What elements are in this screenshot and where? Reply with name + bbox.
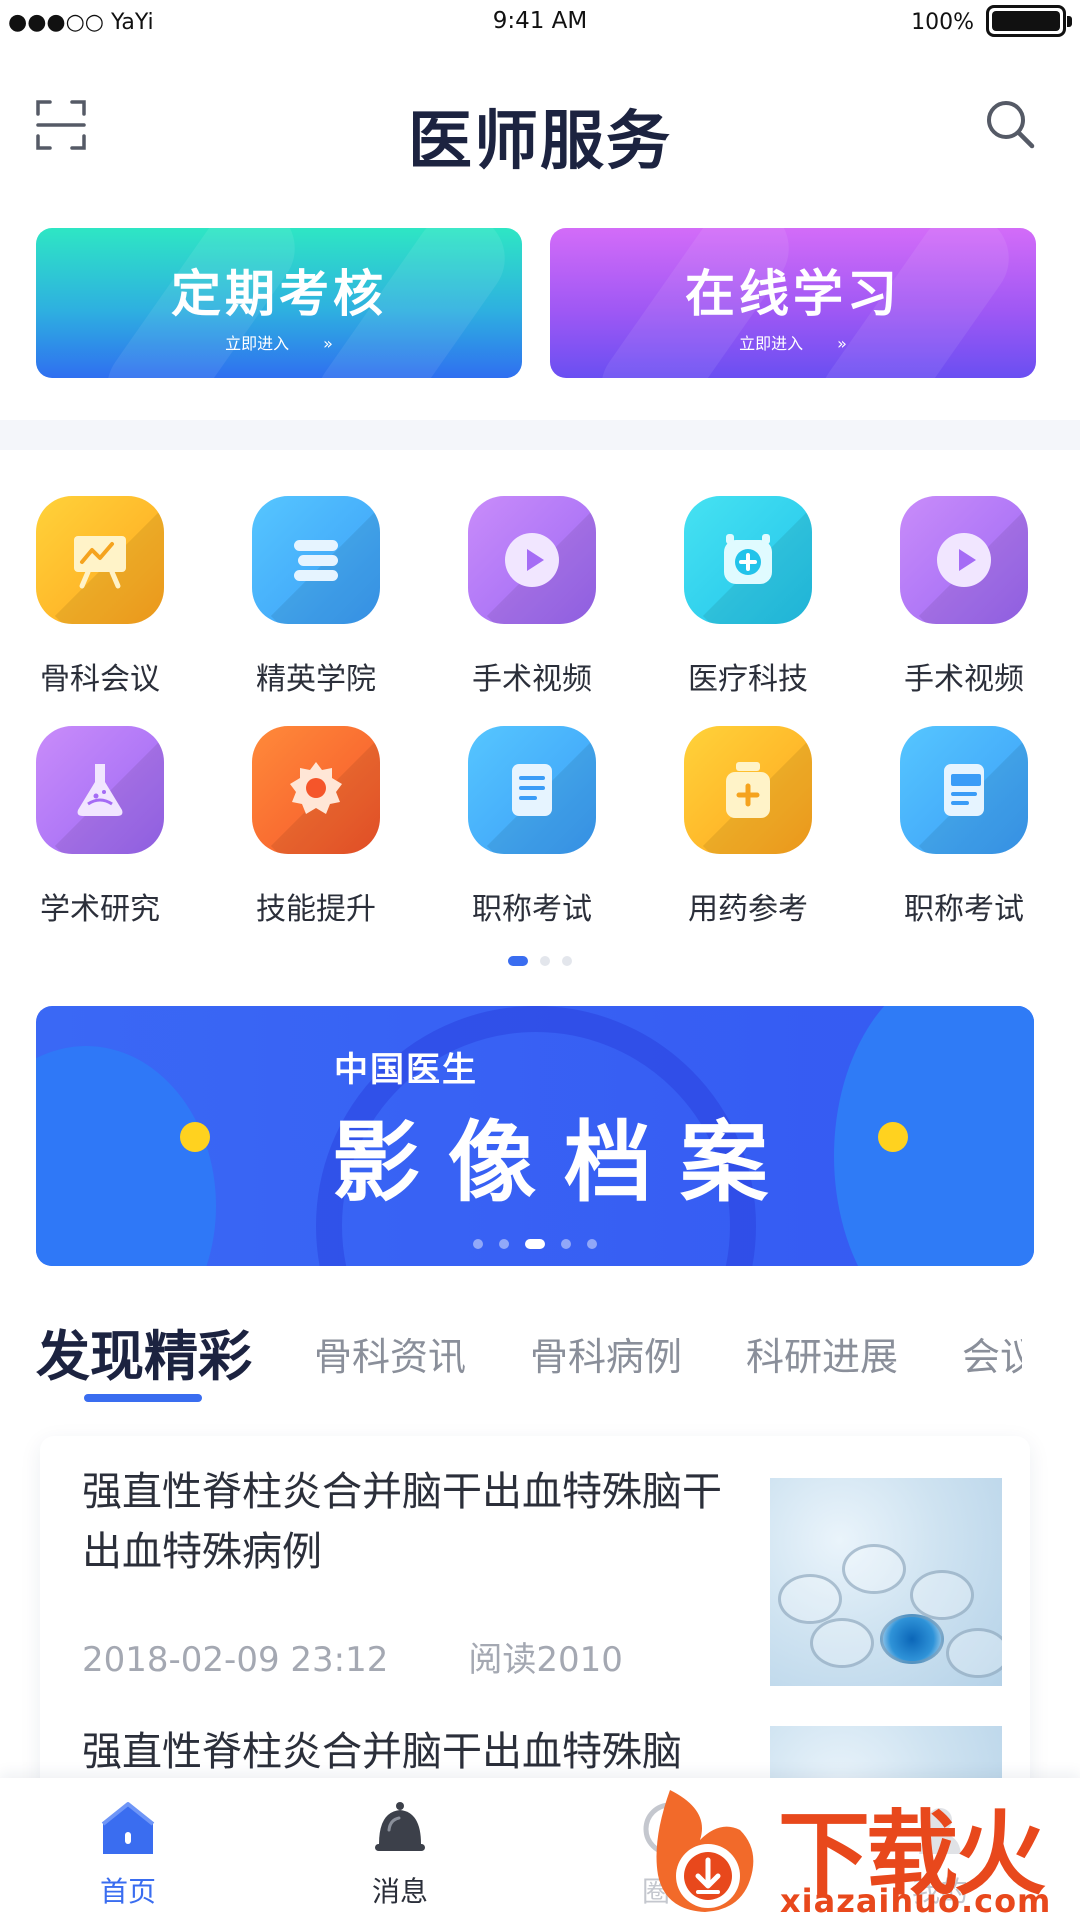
tab-orthopedic-cases[interactable]: 骨科病例 bbox=[530, 1326, 682, 1381]
grid-item-label: 手术视频 bbox=[904, 662, 1024, 697]
play-icon bbox=[468, 496, 596, 624]
promo-banner[interactable]: 中国医生 影像档案 bbox=[36, 1006, 1034, 1266]
periodic-assessment-card[interactable]: 定期考核 立即进入» bbox=[36, 228, 522, 378]
tabbar-label: 消息 bbox=[371, 1875, 428, 1908]
search-icon[interactable] bbox=[984, 98, 1036, 150]
tabbar-item-home[interactable]: 首页 bbox=[58, 1798, 198, 1910]
award-badge-icon bbox=[252, 726, 380, 854]
grid-item-label: 学术研究 bbox=[40, 892, 160, 927]
header: 医师服务 bbox=[0, 64, 1080, 184]
article-date: 2018-02-09 23:12 bbox=[82, 1640, 389, 1680]
article-reads: 阅读2010 bbox=[468, 1640, 623, 1680]
grid-item-academic-research[interactable]: 学术研究 bbox=[10, 726, 190, 928]
banner-decoration bbox=[834, 1006, 1034, 1266]
grid-item-label: 用药参考 bbox=[688, 892, 808, 927]
banner-title: 影像档案 bbox=[332, 1111, 797, 1214]
status-bar: ●●●○○ YaYi 9:41 AM 100% bbox=[0, 0, 1080, 44]
banner-dot-decoration bbox=[878, 1122, 908, 1152]
grid-item-orthopedic-meeting[interactable]: 骨科会议 bbox=[10, 496, 190, 698]
card-subtitle: 立即进入» bbox=[225, 334, 333, 353]
grid-item-label: 技能提升 bbox=[256, 892, 376, 927]
online-learning-card[interactable]: 在线学习 立即进入» bbox=[550, 228, 1036, 378]
card-title: 在线学习 bbox=[685, 265, 901, 323]
article-title: 强直性脊柱炎合并脑干出血特殊脑 bbox=[82, 1729, 682, 1775]
tab-research-progress[interactable]: 科研进展 bbox=[746, 1326, 898, 1381]
tabbar-item-messages[interactable]: 消息 bbox=[330, 1798, 470, 1910]
grid-item-label: 职称考试 bbox=[472, 892, 592, 927]
grid-item-skill-improvement[interactable]: 技能提升 bbox=[226, 726, 406, 928]
article-list: 强直性脊柱炎合并脑干出血特殊脑干出血特殊病例 2018-02-09 23:12 阅… bbox=[40, 1436, 1030, 1796]
banner-dot-active[interactable] bbox=[525, 1238, 545, 1249]
watermark-url: xiazaihuo.com bbox=[780, 1882, 1052, 1920]
grid-item-surgery-video-2[interactable]: 手术视频 bbox=[874, 496, 1054, 698]
discover-active-indicator bbox=[84, 1394, 202, 1402]
article-thumbnail bbox=[770, 1478, 1002, 1686]
article-meta: 2018-02-09 23:12 阅读2010 bbox=[82, 1632, 623, 1681]
grid-item-label: 骨科会议 bbox=[40, 662, 160, 697]
battery-percentage: 100% bbox=[911, 10, 974, 35]
grid-item-medical-tech[interactable]: 医疗科技 bbox=[658, 496, 838, 698]
grid-page-indicator bbox=[0, 950, 1080, 966]
banner-subtitle: 中国医生 bbox=[334, 1050, 478, 1090]
tab-orthopedic-news[interactable]: 骨科资讯 bbox=[314, 1326, 466, 1381]
grid-item-surgery-video[interactable]: 手术视频 bbox=[442, 496, 622, 698]
card-subtitle: 立即进入» bbox=[739, 334, 847, 353]
banner-page-indicator bbox=[36, 1233, 1034, 1252]
grid-item-elite-academy[interactable]: 精英学院 bbox=[226, 496, 406, 698]
flame-logo-icon bbox=[656, 1790, 754, 1912]
grid-item-title-exam[interactable]: 职称考试 bbox=[442, 726, 622, 928]
page-dot[interactable] bbox=[540, 955, 550, 966]
battery-icon bbox=[986, 5, 1072, 37]
grid-item-label: 精英学院 bbox=[256, 662, 376, 697]
discover-tabs: 骨科资讯 骨科病例 科研进展 会议 bbox=[0, 1326, 1022, 1386]
play-icon bbox=[900, 496, 1028, 624]
section-divider bbox=[0, 420, 1080, 450]
grid-item-label: 手术视频 bbox=[472, 662, 592, 697]
grid-item-drug-reference[interactable]: 用药参考 bbox=[658, 726, 838, 928]
document-icon bbox=[900, 726, 1028, 854]
banner-dot[interactable] bbox=[587, 1238, 597, 1249]
grid-item-label: 医疗科技 bbox=[688, 662, 808, 697]
double-chevron-right-icon: » bbox=[837, 334, 847, 353]
grid-item-title-exam-2[interactable]: 职称考试 bbox=[874, 726, 1054, 928]
medicine-bottle-icon bbox=[684, 726, 812, 854]
double-chevron-right-icon: » bbox=[323, 334, 333, 353]
tabbar-label: 首页 bbox=[99, 1875, 156, 1908]
watermark-logo: 下载火 xiazaihuo.com bbox=[640, 1780, 1080, 1920]
document-icon bbox=[468, 726, 596, 854]
article-title: 强直性脊柱炎合并脑干出血特殊脑干出血特殊病例 bbox=[82, 1469, 722, 1575]
presentation-board-icon bbox=[36, 496, 164, 624]
page-dot[interactable] bbox=[562, 955, 572, 966]
banner-dot[interactable] bbox=[561, 1238, 571, 1249]
banner-dot[interactable] bbox=[499, 1238, 509, 1249]
flask-icon bbox=[36, 726, 164, 854]
home-icon bbox=[101, 1802, 155, 1854]
bell-icon bbox=[375, 1802, 425, 1851]
card-title: 定期考核 bbox=[171, 265, 387, 323]
tab-meetings[interactable]: 会议 bbox=[962, 1326, 1022, 1381]
banner-dot[interactable] bbox=[473, 1238, 483, 1249]
banner-dot-decoration bbox=[180, 1122, 210, 1152]
medical-cross-icon bbox=[684, 496, 812, 624]
grid-item-label: 职称考试 bbox=[904, 892, 1024, 927]
page-title: 医师服务 bbox=[408, 105, 672, 179]
page-dot-active[interactable] bbox=[508, 955, 528, 966]
books-icon bbox=[252, 496, 380, 624]
